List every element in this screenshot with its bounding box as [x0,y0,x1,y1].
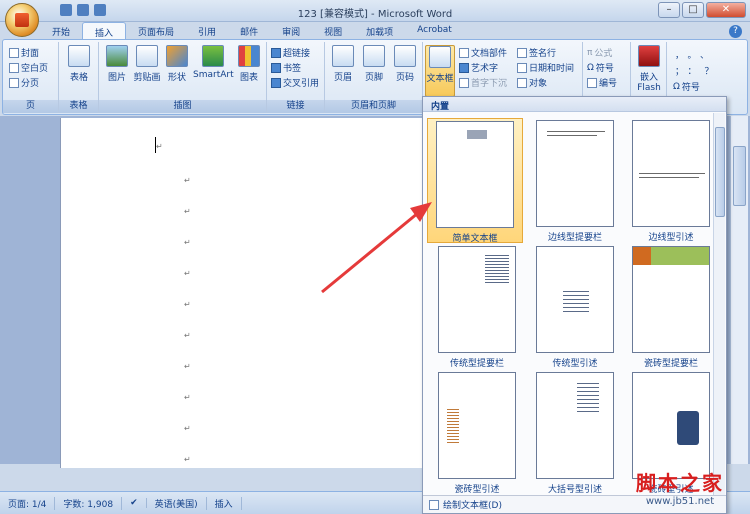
watermark: 脚本之家 www.jb51.net [615,467,745,507]
watermark-title: 脚本之家 [636,471,724,495]
arrow-shaft [321,211,419,294]
office-logo-icon [15,13,29,27]
arrow-head [410,202,432,222]
office-button[interactable] [5,3,39,37]
watermark-url: www.jb51.net [645,496,715,507]
annotation-arrow [321,202,432,294]
